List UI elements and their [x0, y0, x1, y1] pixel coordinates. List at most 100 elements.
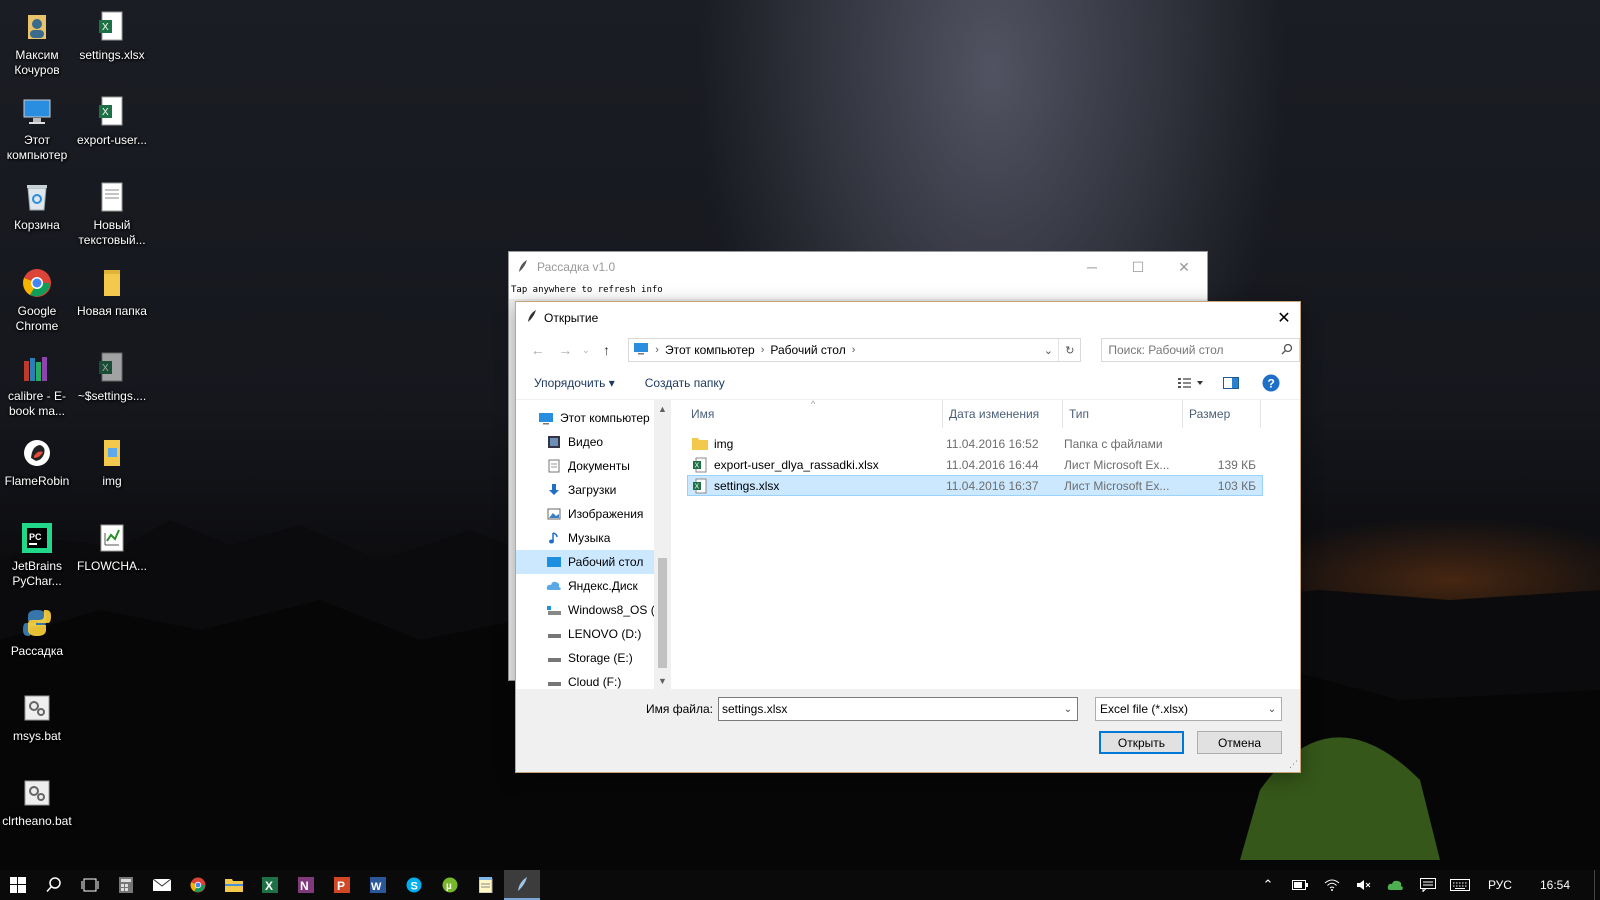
desktop-icon-recycle-bin[interactable]: Корзина: [0, 174, 76, 256]
file-row-export-user[interactable]: X export-user_dlya_rassadki.xlsx 11.04.2…: [687, 454, 1263, 475]
tree-item-drive-f[interactable]: Cloud (F:): [516, 670, 671, 689]
python-app-icon[interactable]: [504, 870, 540, 900]
desktop-icon-new-folder[interactable]: Новая папка: [73, 260, 151, 342]
desktop-icon-label: FLOWCHA...: [76, 559, 147, 573]
organize-button[interactable]: Упорядочить ▾: [534, 376, 615, 390]
wifi-icon[interactable]: [1316, 870, 1348, 900]
desktop-icon-flowchart[interactable]: FLOWCHA...: [73, 515, 151, 597]
desktop-icon-clrtheano[interactable]: clrtheano.bat: [0, 770, 76, 852]
help-icon[interactable]: ?: [1256, 371, 1286, 395]
chrome-icon[interactable]: [180, 870, 216, 900]
dialog-titlebar[interactable]: Открытие ✕: [516, 302, 1300, 333]
show-desktop-button[interactable]: [1594, 870, 1600, 900]
file-explorer-icon[interactable]: [216, 870, 252, 900]
cancel-button[interactable]: Отмена: [1197, 731, 1282, 754]
desktop-icon-label: Корзина: [14, 218, 60, 232]
up-arrow-icon[interactable]: ↑: [593, 338, 621, 362]
system-tray: ⌃ РУС 16:54: [1252, 870, 1600, 900]
desktop-icon-flamerobin[interactable]: FlameRobin: [0, 430, 76, 512]
search-icon[interactable]: [36, 870, 72, 900]
maximize-button[interactable]: ☐: [1115, 252, 1161, 282]
tree-item-drive-c[interactable]: Windows8_OS (C: [516, 598, 671, 622]
tree-item-desktop[interactable]: Рабочий стол: [516, 550, 671, 574]
recent-chevron-down-icon[interactable]: ⌄: [579, 338, 593, 362]
tree-item-yandex-disk[interactable]: Яндекс.Диск: [516, 574, 671, 598]
keyboard-icon[interactable]: [1444, 870, 1476, 900]
column-header-name[interactable]: Имя: [671, 400, 943, 428]
word-icon[interactable]: W: [360, 870, 396, 900]
filename-label: Имя файла:: [646, 702, 713, 716]
scroll-down-icon[interactable]: ▼: [654, 672, 671, 689]
column-header-type[interactable]: Тип: [1063, 400, 1183, 428]
new-folder-button[interactable]: Создать папку: [645, 376, 725, 390]
input-language[interactable]: РУС: [1476, 878, 1524, 892]
calculator-icon[interactable]: [108, 870, 144, 900]
tree-item-downloads[interactable]: Загрузки: [516, 478, 671, 502]
breadcrumb-separator-icon[interactable]: ›: [852, 344, 856, 356]
close-button[interactable]: ✕: [1161, 252, 1207, 282]
column-header-size[interactable]: Размер: [1183, 400, 1261, 428]
volume-muted-icon[interactable]: [1348, 870, 1380, 900]
show-hidden-icons-chevron-icon[interactable]: ⌃: [1252, 870, 1284, 900]
desktop-icon-export-user[interactable]: X export-user...: [73, 89, 151, 171]
skype-icon[interactable]: S: [396, 870, 432, 900]
task-view-icon[interactable]: [72, 870, 108, 900]
notifications-icon[interactable]: [1412, 870, 1444, 900]
scroll-up-icon[interactable]: ▲: [654, 400, 671, 417]
tree-item-documents[interactable]: Документы: [516, 454, 671, 478]
view-options-icon[interactable]: [1176, 371, 1206, 395]
column-header-date[interactable]: Дата изменения: [943, 400, 1063, 428]
tree-item-music[interactable]: Музыка: [516, 526, 671, 550]
file-type-filter[interactable]: Excel file (*.xlsx) ⌄: [1095, 697, 1282, 721]
dialog-close-button[interactable]: ✕: [1268, 302, 1300, 333]
clock[interactable]: 16:54: [1524, 878, 1594, 892]
filename-input[interactable]: settings.xlsx ⌄: [718, 697, 1078, 721]
tree-item-drive-d[interactable]: LENOVO (D:): [516, 622, 671, 646]
search-input[interactable]: Поиск: Рабочий стол: [1101, 338, 1301, 362]
desktop-icon-pycharm[interactable]: PC JetBrains PyChar...: [0, 515, 76, 597]
desktop-icon-rassadka[interactable]: Рассадка: [0, 600, 76, 682]
app-titlebar[interactable]: Рассадка v1.0 ─ ☐ ✕: [509, 252, 1207, 282]
desktop-icon-settings-xlsx[interactable]: X settings.xlsx: [73, 4, 151, 86]
tree-item-this-pc[interactable]: Этот компьютер: [516, 406, 671, 430]
desktop-icon-label: Рассадка: [10, 644, 64, 658]
onenote-icon[interactable]: N: [288, 870, 324, 900]
desktop-icon-msys[interactable]: msys.bat: [0, 685, 76, 767]
file-row-settings[interactable]: X settings.xlsx 11.04.2016 16:37 Лист Mi…: [687, 475, 1263, 496]
utorrent-icon[interactable]: µ: [432, 870, 468, 900]
address-bar[interactable]: › Этот компьютер › Рабочий стол › ⌄ ↻: [628, 338, 1082, 362]
powerpoint-icon[interactable]: P: [324, 870, 360, 900]
breadcrumb-desktop[interactable]: Рабочий стол: [764, 343, 851, 357]
scrollbar-thumb[interactable]: [658, 558, 667, 668]
desktop-icon-tmp-settings[interactable]: X ~$settings....: [73, 345, 151, 427]
minimize-button[interactable]: ─: [1069, 252, 1115, 282]
tree-scrollbar[interactable]: ▲ ▼: [654, 400, 671, 689]
file-row-img[interactable]: img 11.04.2016 16:52 Папка с файлами: [687, 433, 1263, 454]
forward-arrow-icon[interactable]: →: [552, 338, 580, 362]
start-icon[interactable]: [0, 870, 36, 900]
back-arrow-icon[interactable]: ←: [524, 338, 552, 362]
desktop-icon-chrome[interactable]: Google Chrome: [0, 260, 76, 342]
preview-pane-icon[interactable]: [1216, 371, 1246, 395]
desktop-icon-calibre[interactable]: calibre - E-book ma...: [0, 345, 76, 427]
address-dropdown-chevron-icon[interactable]: ⌄: [1038, 339, 1058, 361]
open-button[interactable]: Открыть: [1099, 731, 1184, 754]
desktop-icon-new-text[interactable]: Новый текстовый...: [73, 174, 151, 256]
desktop-icon-img[interactable]: img: [73, 430, 151, 512]
tree-item-pictures[interactable]: Изображения: [516, 502, 671, 526]
tree-item-drive-e[interactable]: Storage (E:): [516, 646, 671, 670]
chevron-down-icon[interactable]: ⌄: [1263, 704, 1281, 715]
breadcrumb-this-pc[interactable]: Этот компьютер: [659, 343, 761, 357]
refresh-icon[interactable]: ↻: [1058, 339, 1080, 361]
notepad-icon[interactable]: [468, 870, 504, 900]
battery-icon[interactable]: [1284, 870, 1316, 900]
refresh-info-text[interactable]: Tap anywhere to refresh info: [509, 282, 1207, 299]
yandex-disk-sync-icon[interactable]: [1380, 870, 1412, 900]
desktop-icon-this-pc[interactable]: Этот компьютер: [0, 89, 76, 171]
tree-item-video[interactable]: Видео: [516, 430, 671, 454]
resize-grip-icon[interactable]: ⋰: [1289, 759, 1298, 770]
mail-icon[interactable]: [144, 870, 180, 900]
excel-icon[interactable]: X: [252, 870, 288, 900]
chevron-down-icon[interactable]: ⌄: [1059, 704, 1077, 715]
desktop-icon-user[interactable]: Максим Кочуров: [0, 4, 76, 86]
